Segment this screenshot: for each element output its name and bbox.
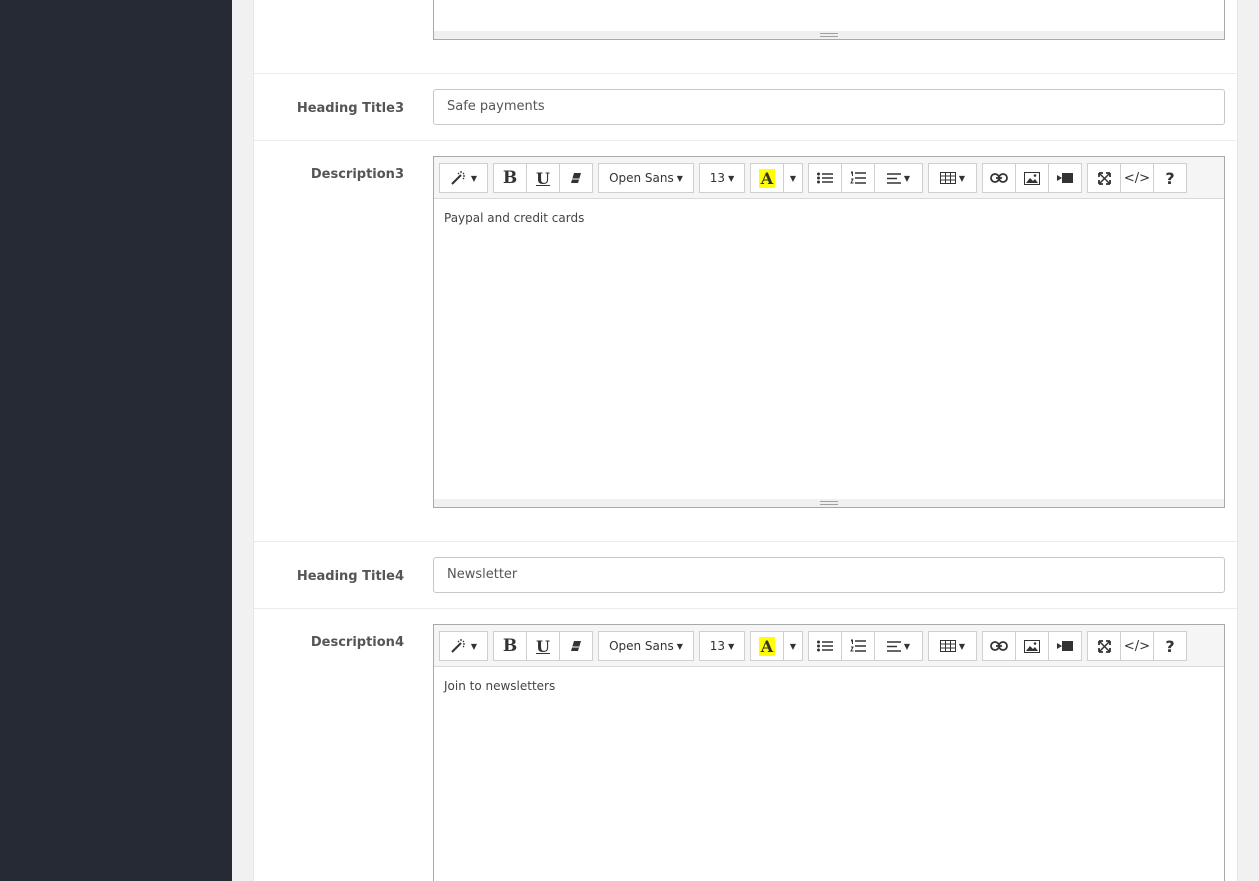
magic-button[interactable]: ▼ [439, 631, 488, 661]
description4-label: Description4 [310, 635, 404, 650]
fullscreen-button[interactable] [1087, 163, 1121, 193]
code-view-icon: </> [1123, 638, 1151, 654]
description4-row: Description4 ▼ B U Open Sans▼ 13▼ A ▼ [254, 608, 1239, 881]
font-family-dropdown[interactable]: Open Sans ▼ [598, 163, 694, 193]
ordered-list-button[interactable] [841, 631, 875, 661]
unordered-list-button[interactable] [808, 631, 842, 661]
form-panel: Heading Title3 Safe payments Description… [253, 0, 1239, 881]
heading-title3-row: Heading Title3 Safe payments [254, 73, 1239, 141]
editor-resize-bar[interactable] [434, 499, 1224, 507]
unordered-list-icon [817, 640, 833, 652]
ordered-list-button[interactable] [841, 163, 875, 193]
description4-editor[interactable]: ▼ B U Open Sans ▼ 13 ▼ A ▼ ▼ ▼ </> ? Joi… [433, 624, 1225, 881]
link-button[interactable] [982, 163, 1016, 193]
help-button[interactable]: ? [1153, 163, 1187, 193]
unordered-list-icon [817, 172, 833, 184]
text-color-icon: A [758, 168, 776, 188]
bold-icon: B [502, 636, 518, 656]
underline-button[interactable]: U [526, 631, 560, 661]
color-dropdown-icon: ▼ [789, 641, 797, 651]
font-family-dropdown[interactable]: Open Sans ▼ [598, 631, 694, 661]
eraser-icon [570, 172, 582, 184]
heading-title3-label: Heading Title3 [296, 101, 404, 116]
table-button[interactable]: ▼ [928, 631, 977, 661]
magic-button[interactable]: ▼ [439, 163, 488, 193]
resize-grip-icon[interactable] [820, 501, 838, 505]
magic-icon [450, 170, 468, 186]
help-button[interactable]: ? [1153, 631, 1187, 661]
bold-button[interactable]: B [493, 163, 527, 193]
picture-button[interactable] [1015, 163, 1049, 193]
underline-icon: U [536, 168, 550, 188]
editor-toolbar: ▼ B U Open Sans ▼ 13 ▼ A ▼ ▼ ▼ </> ? [434, 157, 1224, 199]
ordered-list-icon [850, 639, 866, 653]
eraser-icon [570, 640, 582, 652]
align-icon [886, 172, 901, 184]
eraser-button[interactable] [559, 631, 593, 661]
link-icon [990, 173, 1008, 183]
heading-title4-row: Heading Title4 Newsletter [254, 541, 1239, 609]
video-icon [1057, 641, 1073, 651]
table-button[interactable]: ▼ [928, 163, 977, 193]
picture-button[interactable] [1015, 631, 1049, 661]
font-size-dropdown[interactable]: 13 ▼ [699, 163, 745, 193]
fullscreen-icon [1097, 639, 1111, 653]
heading-title3-input[interactable]: Safe payments [433, 89, 1225, 125]
description3-editor[interactable]: ▼ B U Open Sans ▼ 13 ▼ A ▼ ▼ ▼ </> ? Pay… [433, 156, 1225, 508]
link-button[interactable] [982, 631, 1016, 661]
video-icon [1057, 173, 1073, 183]
table-icon [939, 172, 956, 184]
align-button[interactable]: ▼ [874, 631, 923, 661]
video-button[interactable] [1048, 163, 1082, 193]
color-dropdown-button[interactable]: ▼ [783, 163, 803, 193]
code-view-button[interactable]: </> [1120, 163, 1154, 193]
editor-toolbar: ▼ B U Open Sans ▼ 13 ▼ A ▼ ▼ ▼ </> ? [434, 625, 1224, 667]
description3-label: Description3 [310, 167, 404, 182]
underline-icon: U [536, 636, 550, 656]
help-icon: ? [1165, 636, 1175, 656]
description3-content[interactable]: Paypal and credit cards [434, 199, 1224, 237]
color-dropdown-icon: ▼ [789, 173, 797, 183]
unordered-list-button[interactable] [808, 163, 842, 193]
editor-resize-bar[interactable] [434, 31, 1224, 39]
code-view-button[interactable]: </> [1120, 631, 1154, 661]
magic-icon [450, 638, 468, 654]
bold-button[interactable]: B [493, 631, 527, 661]
text-color-button[interactable]: A [750, 163, 784, 193]
resize-grip-icon[interactable] [820, 33, 838, 37]
heading-title4-label: Heading Title4 [296, 569, 404, 584]
fullscreen-icon [1097, 171, 1111, 185]
color-dropdown-button[interactable]: ▼ [783, 631, 803, 661]
ordered-list-icon [850, 171, 866, 185]
fullscreen-button[interactable] [1087, 631, 1121, 661]
video-button[interactable] [1048, 631, 1082, 661]
picture-icon [1024, 639, 1040, 653]
sidebar [0, 0, 232, 881]
description3-row: Description3 ▼ B U Open Sans▼ 13▼ A ▼ [254, 140, 1239, 542]
eraser-button[interactable] [559, 163, 593, 193]
text-color-icon: A [758, 636, 776, 656]
previous-description-editor[interactable] [433, 0, 1225, 40]
underline-button[interactable]: U [526, 163, 560, 193]
align-button[interactable]: ▼ [874, 163, 923, 193]
align-icon [886, 640, 901, 652]
picture-icon [1024, 171, 1040, 185]
font-size-dropdown[interactable]: 13 ▼ [699, 631, 745, 661]
text-color-button[interactable]: A [750, 631, 784, 661]
help-icon: ? [1165, 168, 1175, 188]
main-content: Heading Title3 Safe payments Description… [232, 0, 1259, 881]
code-view-icon: </> [1123, 170, 1151, 186]
description4-content[interactable]: Join to newsletters [434, 667, 1224, 705]
table-icon [939, 640, 956, 652]
bold-icon: B [502, 168, 518, 188]
link-icon [990, 641, 1008, 651]
heading-title4-input[interactable]: Newsletter [433, 557, 1225, 593]
